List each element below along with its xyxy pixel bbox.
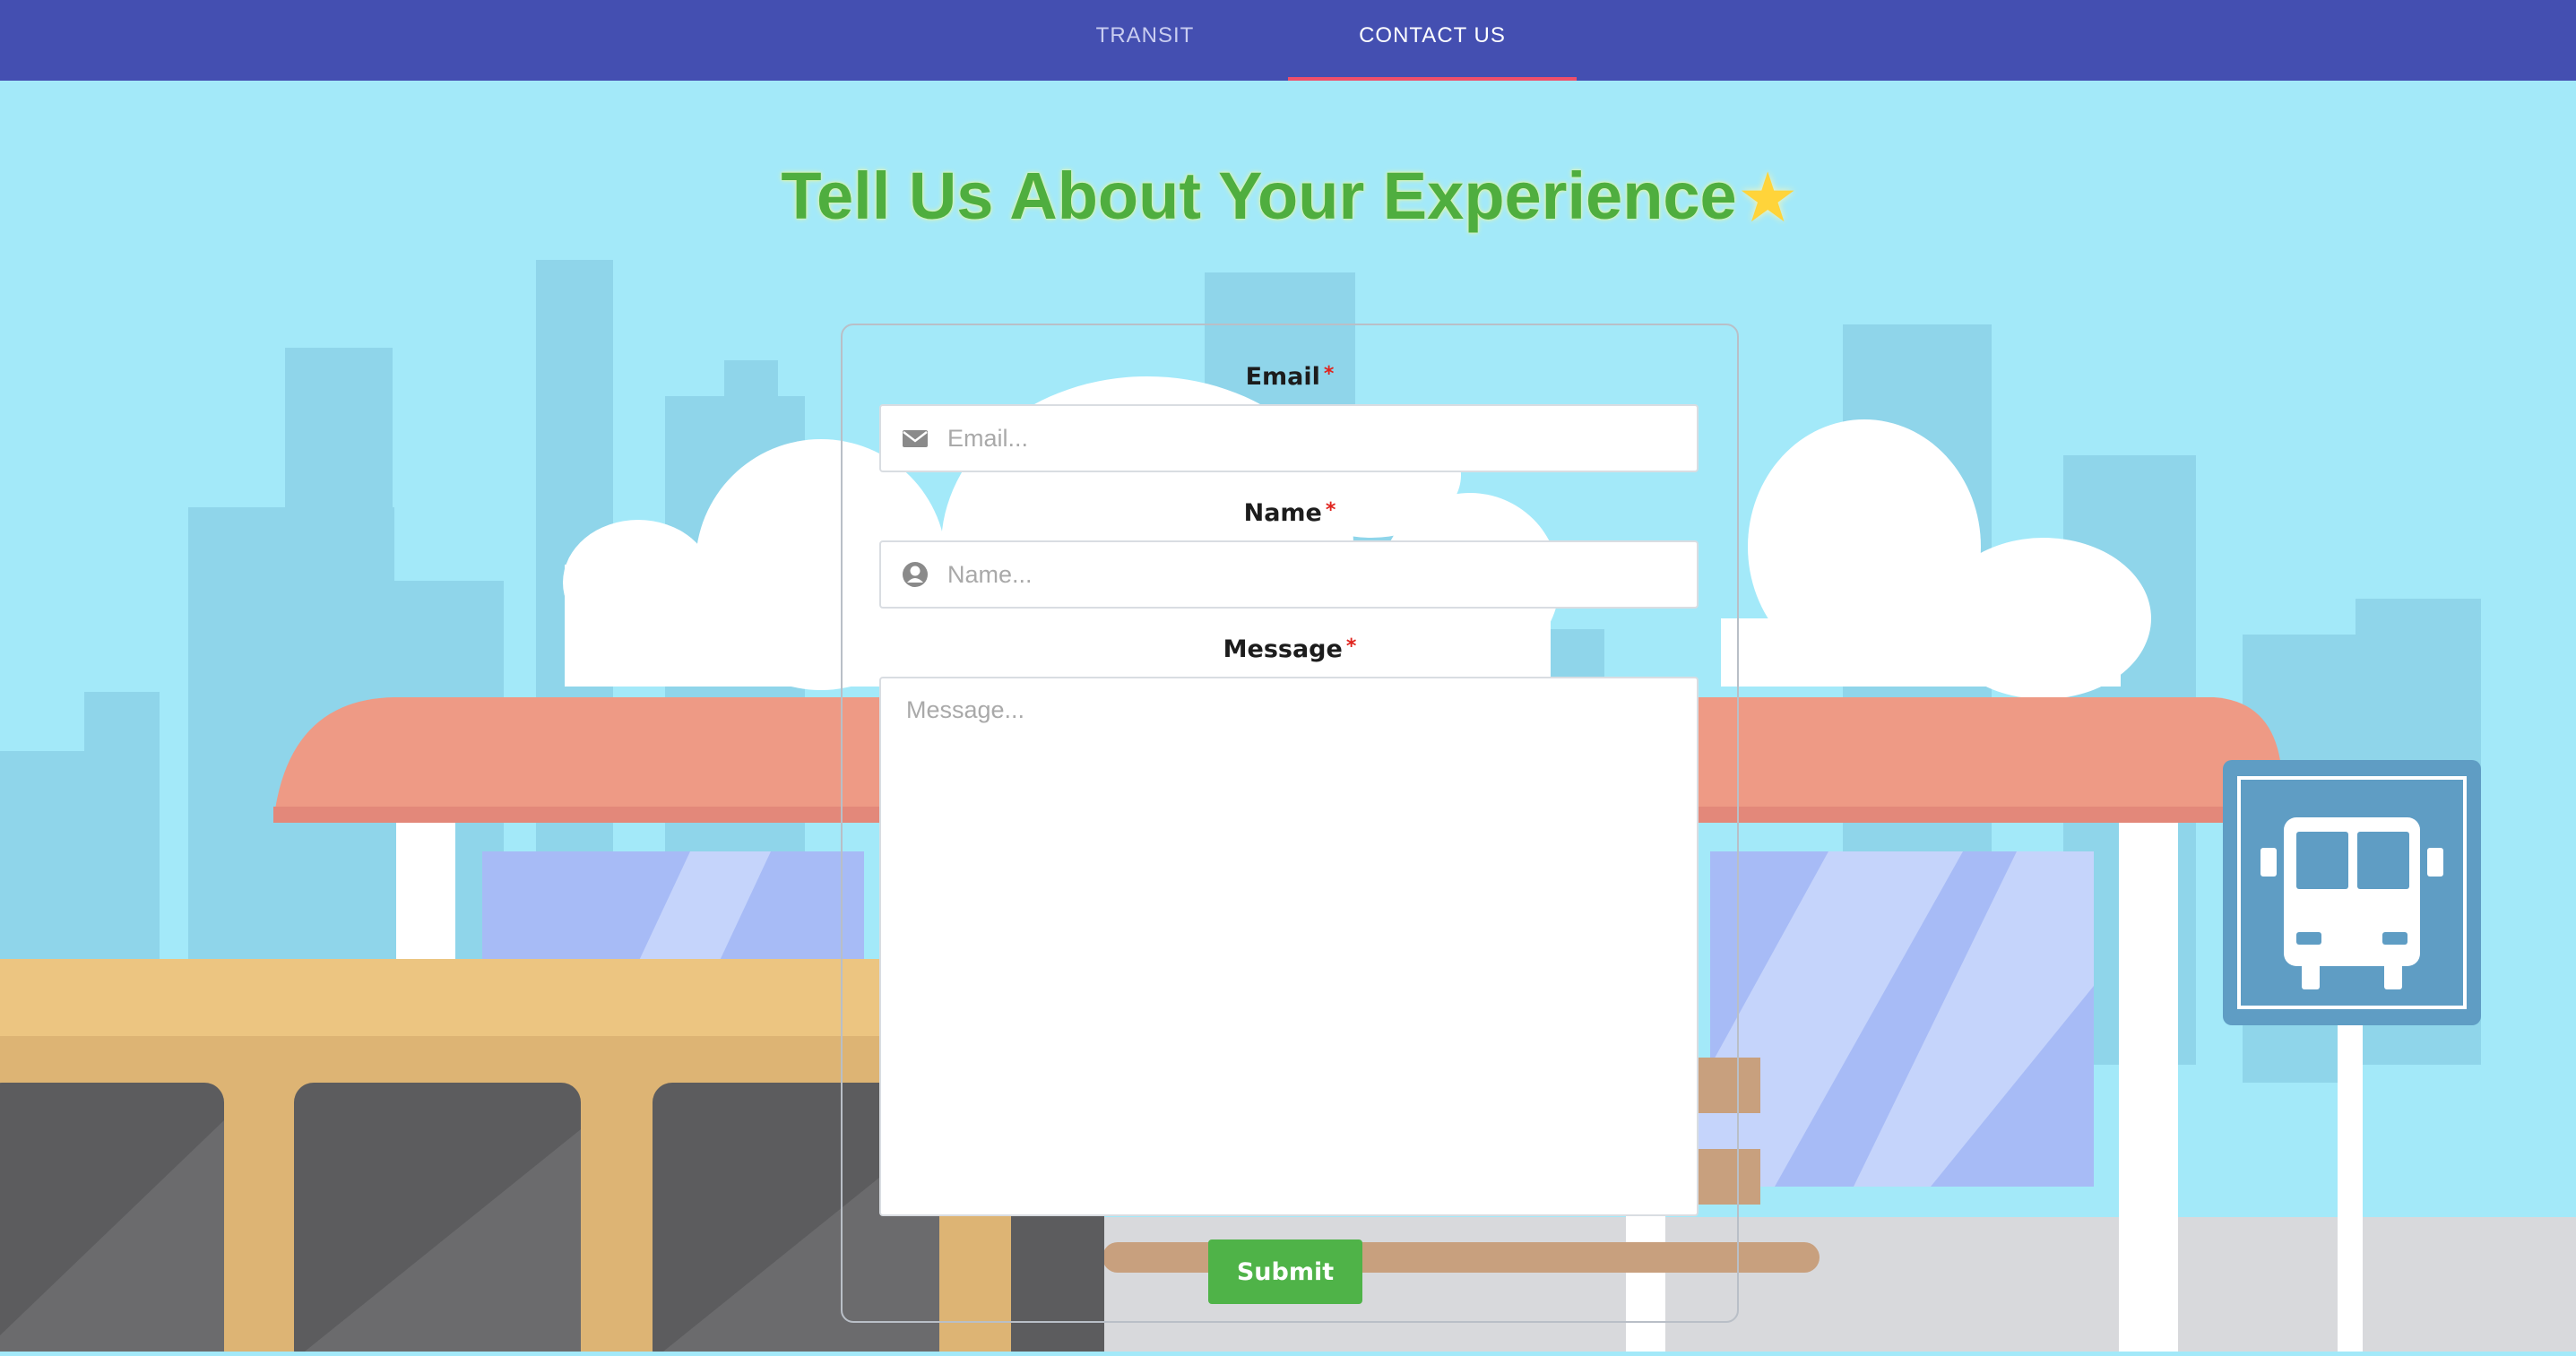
email-input-wrapper <box>879 404 1699 472</box>
active-tab-indicator <box>1288 77 1577 81</box>
contact-form: Email* Name* Message* Submit <box>841 324 1739 1323</box>
page-title: Tell Us About Your Experience★ <box>0 158 2576 234</box>
required-marker: * <box>1325 499 1336 522</box>
name-label-text: Name <box>1243 499 1322 527</box>
required-marker: * <box>1323 363 1335 385</box>
required-marker: * <box>1345 635 1357 658</box>
tab-contact-us-label: CONTACT US <box>1359 23 1506 48</box>
message-textarea[interactable] <box>906 696 1677 1198</box>
name-label: Name * <box>843 499 1737 527</box>
email-input[interactable] <box>947 406 1682 471</box>
envelope-icon <box>903 430 928 447</box>
message-input-wrapper <box>879 677 1699 1216</box>
message-label-text: Message <box>1223 635 1343 663</box>
user-circle-icon <box>903 562 928 587</box>
name-input-wrapper <box>879 540 1699 609</box>
top-nav-bar: TRANSIT CONTACT US <box>0 0 2576 81</box>
star-icon: ★ <box>1740 164 1795 232</box>
submit-button[interactable]: Submit <box>1208 1239 1362 1304</box>
name-input[interactable] <box>947 542 1682 607</box>
bus-stop-sign <box>2223 760 2481 1025</box>
email-label: Email * <box>843 363 1737 391</box>
page-title-text: Tell Us About Your Experience <box>781 159 1737 233</box>
email-label-text: Email <box>1245 363 1320 391</box>
tab-transit[interactable]: TRANSIT <box>1049 0 1241 81</box>
tab-contact-us[interactable]: CONTACT US <box>1288 0 1577 81</box>
message-label: Message * <box>843 635 1737 663</box>
